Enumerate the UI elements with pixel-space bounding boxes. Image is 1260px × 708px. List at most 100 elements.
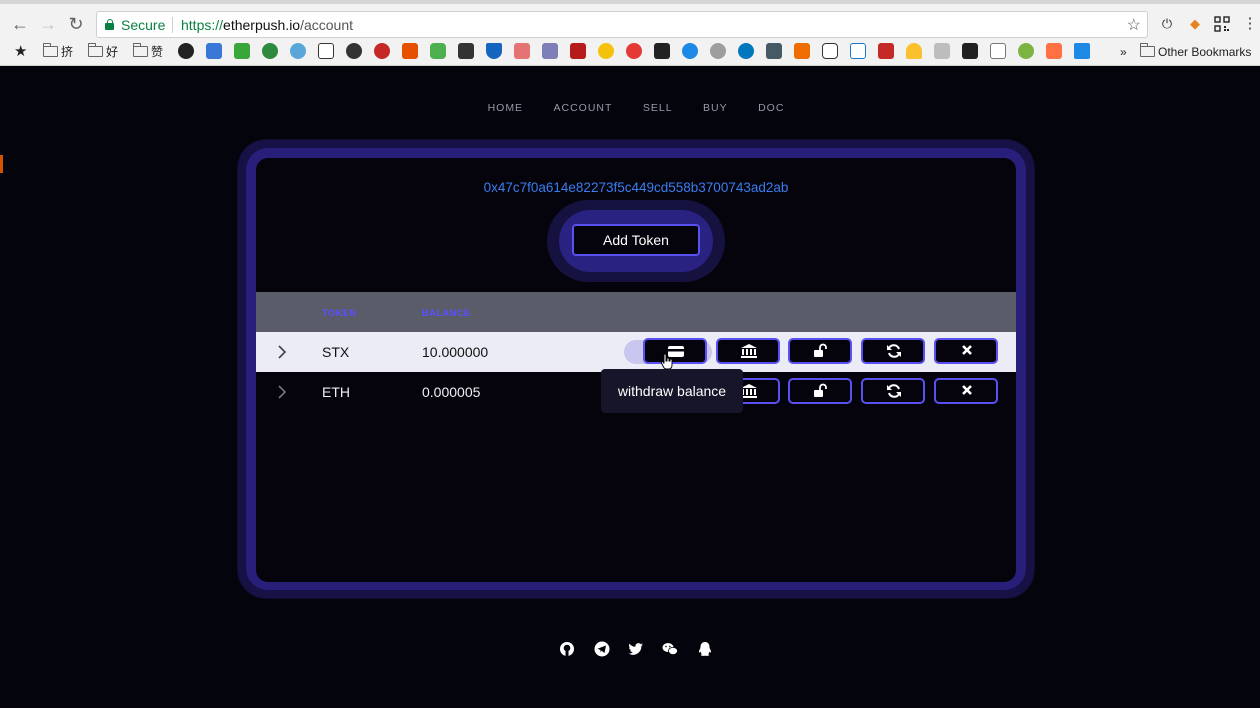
bookmarks-star-icon[interactable]: ★ <box>14 43 27 61</box>
github-icon[interactable] <box>559 641 575 657</box>
table-row: STX 10.000000 <box>256 332 1016 372</box>
bookmark-icon[interactable] <box>206 43 222 59</box>
bookmark-icon[interactable] <box>346 43 362 59</box>
bookmark-icon[interactable] <box>402 43 418 59</box>
back-icon[interactable]: ← <box>10 14 30 34</box>
url-host: etherpush.io <box>223 17 301 33</box>
folder-icon <box>133 43 148 57</box>
refresh-button[interactable] <box>861 378 925 404</box>
bookmark-icon[interactable] <box>654 43 670 59</box>
add-token-button[interactable]: Add Token <box>572 224 700 256</box>
bookmark-icon[interactable] <box>962 43 978 59</box>
bookmark-icon[interactable] <box>542 43 558 59</box>
bookmark-icon[interactable] <box>486 43 502 59</box>
bookmark-icon[interactable] <box>290 43 306 59</box>
chevron-right-icon[interactable] <box>276 344 288 360</box>
bookmark-folder-label: 好 <box>106 45 119 59</box>
refresh-icon <box>887 384 901 398</box>
bookmark-icon[interactable] <box>906 43 922 59</box>
bookmark-star-icon[interactable]: ☆ <box>1127 15 1141 35</box>
bookmark-icon[interactable] <box>934 43 950 59</box>
telegram-icon[interactable] <box>594 641 610 657</box>
refresh-icon <box>887 344 901 358</box>
bookmark-icon[interactable] <box>738 43 754 59</box>
address-bar[interactable]: Secure https://etherpush.io/account ☆ <box>96 11 1148 38</box>
unlock-button[interactable] <box>788 378 852 404</box>
withdraw-button[interactable] <box>643 338 707 364</box>
nav-home[interactable]: HOME <box>488 102 524 114</box>
bookmark-icon[interactable] <box>234 43 250 59</box>
token-name: ETH <box>322 384 350 400</box>
delete-icon <box>962 345 972 355</box>
chevron-right-icon[interactable] <box>276 384 288 400</box>
wallet-address[interactable]: 0x47c7f0a614e82273f5c449cd558b3700743ad2… <box>256 180 1016 195</box>
bookmark-icon[interactable] <box>514 43 530 59</box>
bank-icon <box>741 344 757 358</box>
bookmark-folder-1[interactable]: 挤 <box>43 43 73 61</box>
bookmark-icon[interactable] <box>766 43 782 59</box>
qr-code-icon[interactable] <box>1214 16 1230 32</box>
github-bookmark-icon[interactable] <box>178 43 194 59</box>
delete-icon <box>962 385 972 395</box>
url-protocol: https:// <box>181 17 224 33</box>
refresh-button[interactable] <box>861 338 925 364</box>
bookmark-icon[interactable] <box>794 43 810 59</box>
forward-icon[interactable]: → <box>38 14 58 34</box>
bookmark-folder-label: 赞 <box>151 45 164 59</box>
bookmark-icon[interactable] <box>682 43 698 59</box>
qq-icon[interactable] <box>697 641 713 657</box>
column-balance: BALANCE <box>422 308 471 319</box>
other-bookmarks[interactable]: Other Bookmarks <box>1140 43 1251 61</box>
nav-doc[interactable]: DOC <box>758 102 784 114</box>
bookmark-folder-3[interactable]: 赞 <box>133 43 163 61</box>
footer-social <box>3 640 1260 658</box>
bookmark-icon[interactable] <box>1074 43 1090 59</box>
menu-icon[interactable]: ⋮ <box>1242 16 1258 32</box>
bookmark-icon[interactable] <box>850 43 866 59</box>
bookmark-icon[interactable] <box>570 43 586 59</box>
hand-cursor-icon <box>660 353 673 370</box>
delete-button[interactable] <box>934 338 998 364</box>
site-nav: HOME ACCOUNT SELL BUY DOC <box>3 98 1260 116</box>
reload-icon[interactable]: ↻ <box>66 14 86 34</box>
bookmark-icon[interactable] <box>262 43 278 59</box>
metamask-icon[interactable]: ◆ <box>1187 16 1203 32</box>
lock-icon <box>105 19 114 30</box>
secure-label: Secure <box>121 17 166 33</box>
omnibox-divider <box>172 17 173 33</box>
power-icon[interactable]: ⏻ <box>1159 16 1175 32</box>
more-bookmarks-button[interactable]: » <box>1120 43 1127 61</box>
folder-icon <box>43 43 58 57</box>
token-balance: 0.000005 <box>422 384 481 400</box>
other-bookmarks-label: Other Bookmarks <box>1158 45 1252 59</box>
url-path: /account <box>300 17 354 33</box>
bookmark-icon[interactable] <box>598 43 614 59</box>
nav-account[interactable]: ACCOUNT <box>554 102 613 114</box>
column-token: TOKEN <box>322 308 357 319</box>
bookmark-icon[interactable] <box>878 43 894 59</box>
bookmark-icon[interactable] <box>318 43 334 59</box>
bookmark-icon[interactable] <box>374 43 390 59</box>
bookmark-icon[interactable] <box>458 43 474 59</box>
bookmark-icon[interactable] <box>990 43 1006 59</box>
bookmark-icon[interactable] <box>822 43 838 59</box>
bookmark-icon[interactable] <box>1046 43 1062 59</box>
bookmark-icon[interactable] <box>1018 43 1034 59</box>
bookmark-icon[interactable] <box>710 43 726 59</box>
unlock-button[interactable] <box>788 338 852 364</box>
wechat-icon[interactable] <box>662 641 679 657</box>
nav-buy[interactable]: BUY <box>703 102 728 114</box>
twitter-icon[interactable] <box>628 641 644 657</box>
url-text[interactable]: https://etherpush.io/account <box>181 17 353 33</box>
nav-sell[interactable]: SELL <box>643 102 673 114</box>
bookmark-icon[interactable] <box>430 43 446 59</box>
delete-button[interactable] <box>934 378 998 404</box>
bank-button[interactable] <box>716 338 780 364</box>
tab-strip <box>0 0 1260 4</box>
folder-icon <box>1140 43 1155 57</box>
unlock-icon <box>814 343 827 357</box>
bookmark-folder-2[interactable]: 好 <box>88 43 118 61</box>
browser-chrome: ← → ↻ Secure https://etherpush.io/accoun… <box>0 0 1260 66</box>
bookmark-icon[interactable] <box>626 43 642 59</box>
bookmark-folder-label: 挤 <box>61 45 74 59</box>
